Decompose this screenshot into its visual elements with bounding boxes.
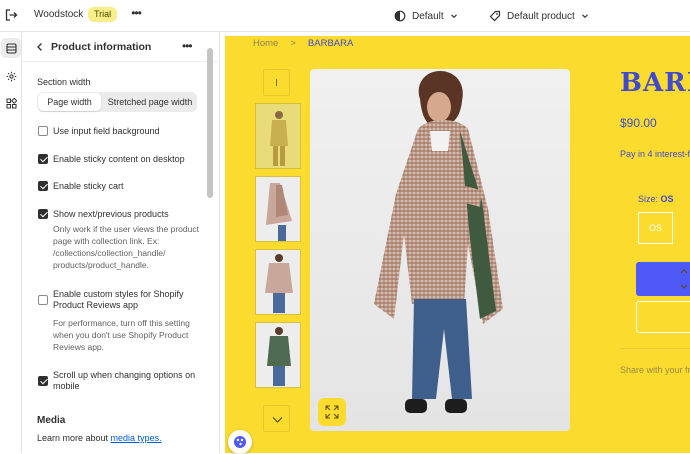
next-prev-hint: Only work if the user views the product … [53, 224, 199, 270]
apps-button[interactable] [1, 93, 21, 113]
next-prev-label: Show next/previous products [53, 209, 169, 219]
chevron-down-icon [450, 14, 457, 19]
gear-icon [6, 71, 16, 81]
product-title: BARBARA [620, 68, 690, 98]
input-background-checkbox[interactable] [38, 126, 48, 136]
panel-scrollbar[interactable] [207, 32, 213, 453]
section-width-toggle: Page width Stretched page width [37, 92, 197, 112]
sticky-content-label: Enable sticky content on desktop [53, 154, 185, 164]
scrollbar-thumb[interactable] [207, 48, 213, 198]
scroll-up-label: Scroll up when changing options on mobil… [53, 370, 196, 391]
reviews-styles-label: Enable custom styles for Shopify Product… [53, 289, 184, 310]
thumbnails-up-button[interactable] [263, 69, 290, 96]
installments-text: Pay in 4 interest-free [620, 149, 690, 159]
chevron-down-icon [581, 14, 588, 19]
expand-icon [325, 405, 339, 419]
tag-icon [489, 10, 501, 22]
breadcrumb-current: BARBARA [307, 38, 354, 49]
model-thumbnail-image [256, 104, 300, 168]
theme-settings-button[interactable] [1, 66, 21, 86]
model-thumbnail-image [256, 250, 300, 314]
product-thumbnail[interactable] [255, 322, 301, 388]
model-thumbnail-image [256, 177, 300, 241]
product-thumbnail[interactable] [255, 249, 301, 315]
product-main-image[interactable] [310, 69, 570, 431]
apps-icon [6, 97, 17, 108]
panel-title: Product information [51, 41, 152, 53]
panel-more-button[interactable]: ••• [182, 39, 193, 53]
product-thumbnail[interactable] [255, 176, 301, 242]
reviews-styles-hint: For performance, turn off this setting w… [53, 318, 190, 352]
media-text: Learn more about media types. [37, 433, 162, 443]
more-actions-button[interactable]: ••• [128, 6, 144, 22]
sticky-content-checkbox[interactable] [38, 154, 48, 164]
product-thumbnail[interactable] [255, 103, 301, 169]
preview-canvas: Home > BARBARA BAR $90.00 Pay in 4 inter… [225, 36, 690, 453]
zoom-button[interactable] [318, 398, 346, 426]
share-text: Share with your friends [620, 365, 690, 375]
scroll-up-checkbox[interactable] [38, 376, 48, 386]
store-name: Woodstock [34, 9, 84, 20]
media-heading: Media [37, 415, 66, 426]
page-width-option[interactable]: Page width [38, 93, 101, 111]
quantity-stepper[interactable] [677, 262, 690, 296]
sections-button[interactable] [1, 38, 21, 58]
theme-label: Default [412, 10, 444, 22]
exit-icon[interactable] [4, 8, 18, 22]
reviews-styles-checkbox[interactable] [38, 295, 48, 305]
size-option-os[interactable]: OS [638, 212, 673, 244]
size-value: OS [660, 194, 674, 204]
media-types-link[interactable]: media types. [111, 433, 162, 443]
product-price: $90.00 [620, 116, 657, 130]
stepper-arrows-icon [680, 269, 688, 289]
theme-icon [394, 10, 406, 22]
sticky-cart-label: Enable sticky cart [53, 181, 124, 191]
panel-header: Product information ••• [22, 32, 219, 62]
back-arrow-icon[interactable] [36, 42, 44, 52]
model-thumbnail-image [256, 323, 300, 387]
template-selector[interactable]: Default product [489, 8, 589, 24]
thumbnails-down-button[interactable] [263, 405, 290, 432]
theme-selector[interactable]: Default [394, 8, 458, 24]
chevron-down-icon [272, 417, 283, 423]
palette-icon [234, 436, 246, 448]
size-label: Size: OS [638, 194, 674, 204]
input-background-label: Use input field background [53, 126, 160, 136]
left-rail [0, 32, 22, 453]
stretched-width-option[interactable]: Stretched page width [103, 93, 197, 111]
model-photo [374, 71, 503, 413]
plan-badge: Trial [88, 7, 118, 22]
breadcrumb-separator: > [290, 38, 296, 49]
divider [620, 348, 690, 349]
sections-icon [5, 42, 17, 54]
top-bar: Woodstock Trial ••• Default Default prod… [0, 0, 690, 32]
sticky-cart-checkbox[interactable] [38, 181, 48, 191]
editor-helper-button[interactable] [228, 430, 252, 454]
breadcrumb-home[interactable]: Home [253, 38, 278, 49]
next-prev-checkbox[interactable] [38, 209, 48, 219]
add-to-cart-button[interactable] [636, 301, 690, 333]
template-label: Default product [507, 10, 575, 22]
section-width-label: Section width [37, 77, 91, 87]
store-preview: Home > BARBARA BAR $90.00 Pay in 4 inter… [221, 32, 690, 453]
breadcrumb: Home > BARBARA [253, 38, 353, 49]
